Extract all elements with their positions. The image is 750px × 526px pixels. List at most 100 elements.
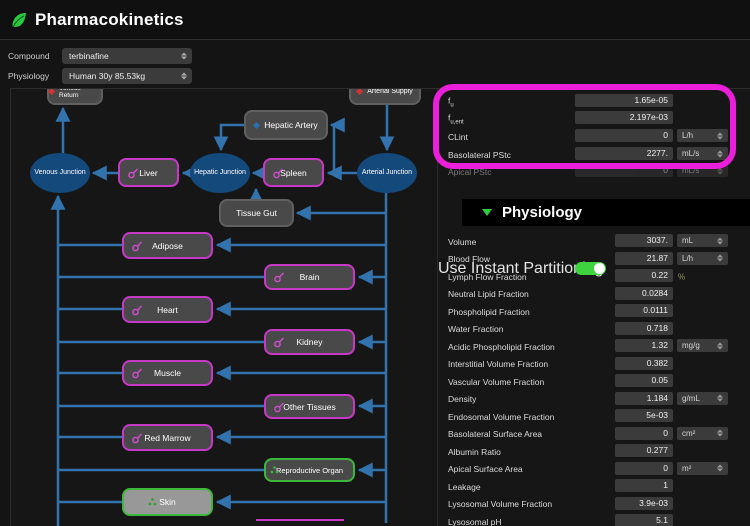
- row-fu: fu 1.65e-05: [438, 93, 750, 110]
- leakage-input[interactable]: 1: [615, 479, 673, 492]
- chevron-updown-icon: [181, 73, 187, 80]
- volume-input[interactable]: 3037.: [615, 234, 673, 247]
- row-acidic-phospholipid: Acidic Phospholipid Fraction 1.32 mg/g: [438, 338, 750, 355]
- fu-ent-input[interactable]: 2.197e-03: [575, 111, 673, 124]
- pharmacokinetics-app: Pharmacokinetics Compound terbinafine Ph…: [0, 0, 750, 526]
- node-venous-return[interactable]: Venous Return: [47, 88, 103, 105]
- node-red-marrow[interactable]: Red Marrow: [122, 424, 213, 451]
- node-brain[interactable]: Brain: [264, 264, 355, 290]
- compound-label: Compound: [8, 51, 50, 61]
- node-liver[interactable]: Liver: [118, 158, 179, 187]
- clint-input[interactable]: 0: [575, 129, 673, 142]
- physiology-label: Physiology: [8, 71, 49, 81]
- acidic-phospholipid-unit-select[interactable]: mg/g: [677, 339, 728, 352]
- row-albumin-ratio: Albumin Ratio 0.277: [438, 443, 750, 460]
- node-hepatic-artery[interactable]: Hepatic Artery: [244, 110, 328, 140]
- chevron-updown-icon: [717, 150, 723, 157]
- pbpk-diagram-panel: Venous Return Arterial Supply Hepatic Ar…: [10, 88, 437, 526]
- water-fraction-input[interactable]: 0.718: [615, 322, 673, 335]
- basolateral-area-unit-select[interactable]: cm²: [677, 427, 728, 440]
- apical-pstc-unit-select[interactable]: mL/s: [677, 164, 728, 177]
- lysosomal-ph-input[interactable]: 5.1: [615, 514, 673, 526]
- molecule-icon: [132, 240, 143, 251]
- fu-input[interactable]: 1.65e-05: [575, 94, 673, 107]
- chevron-updown-icon: [717, 132, 723, 139]
- row-lysosomal-ph: Lysosomal pH 5.1: [438, 513, 750, 526]
- basolateral-pstc-input[interactable]: 2277.: [575, 147, 673, 160]
- row-clint: CLint 0 L/h: [438, 128, 750, 145]
- molecule-icon: [274, 272, 285, 283]
- node-skin[interactable]: Skin: [122, 488, 213, 516]
- compound-value: terbinafine: [69, 51, 109, 61]
- physiology-section-header[interactable]: Physiology: [462, 199, 750, 226]
- blood-flow-input[interactable]: 21.87: [615, 252, 673, 265]
- row-density: Density 1.184 g/mL: [438, 391, 750, 408]
- cutoff-node-edge: [256, 519, 344, 521]
- molecule-icon: [274, 401, 285, 412]
- row-lysosomal-volume: Lysosomal Volume Fraction 3.9e-03: [438, 496, 750, 513]
- density-unit-select[interactable]: g/mL: [677, 392, 728, 405]
- cluster-icon: [270, 466, 279, 475]
- molecule-icon: [128, 167, 139, 178]
- chevron-updown-icon: [181, 53, 187, 60]
- node-venous-junction[interactable]: Venous Junction: [30, 153, 90, 193]
- apical-area-unit-select[interactable]: m²: [677, 462, 728, 475]
- node-arterial-junction[interactable]: Arterial Junction: [357, 153, 417, 193]
- lysosomal-volume-input[interactable]: 3.9e-03: [615, 497, 673, 510]
- basolateral-area-input[interactable]: 0: [615, 427, 673, 440]
- node-arterial-supply[interactable]: Arterial Supply: [349, 88, 421, 105]
- node-adipose[interactable]: Adipose: [122, 232, 213, 259]
- compound-select[interactable]: terbinafine: [62, 48, 192, 64]
- vessel-icon: [253, 121, 260, 128]
- node-other-tissues[interactable]: Other Tissues: [264, 394, 355, 419]
- molecule-icon: [132, 432, 143, 443]
- lymph-flow-input[interactable]: 0.22: [615, 269, 673, 282]
- albumin-ratio-input[interactable]: 0.277: [615, 444, 673, 457]
- vascular-volume-input[interactable]: 0.05: [615, 374, 673, 387]
- row-basolateral-surface-area: Basolateral Surface Area 0 cm²: [438, 426, 750, 443]
- node-reproductive-organ[interactable]: Reproductive Organ: [264, 458, 355, 482]
- chevron-updown-icon: [717, 430, 723, 437]
- row-leakage: Leakage 1: [438, 478, 750, 495]
- chevron-updown-icon: [717, 255, 723, 262]
- physiology-section-title: Physiology: [502, 204, 582, 221]
- neutral-lipid-input[interactable]: 0.0284: [615, 287, 673, 300]
- boundary-icon: [356, 88, 363, 95]
- node-hepatic-junction[interactable]: Hepatic Junction: [190, 153, 250, 193]
- node-kidney[interactable]: Kidney: [264, 329, 355, 355]
- collapse-triangle-icon: [482, 209, 492, 216]
- physiology-row: Physiology Human 30y 85.53kg: [0, 68, 750, 84]
- node-muscle[interactable]: Muscle: [122, 360, 213, 386]
- apical-area-input[interactable]: 0: [615, 462, 673, 475]
- row-interstitial-volume: Interstitial Volume Fraction 0.382: [438, 356, 750, 373]
- row-basolateral-pstc: Basolateral PStc 2277. mL/s: [438, 146, 750, 163]
- node-tissue-gut[interactable]: Tissue Gut: [219, 199, 294, 227]
- row-blood-flow: Blood Flow 21.87 L/h: [438, 251, 750, 268]
- clint-unit-select[interactable]: L/h: [677, 129, 728, 142]
- interstitial-volume-input[interactable]: 0.382: [615, 357, 673, 370]
- percent-unit: %: [678, 272, 685, 281]
- endosomal-volume-input[interactable]: 5e-03: [615, 409, 673, 422]
- phospholipid-input[interactable]: 0.0111: [615, 304, 673, 317]
- physiology-select[interactable]: Human 30y 85.53kg: [62, 68, 192, 84]
- app-header: Pharmacokinetics: [0, 0, 750, 40]
- chevron-updown-icon: [717, 167, 723, 174]
- chevron-updown-icon: [717, 237, 723, 244]
- basolateral-pstc-unit-select[interactable]: mL/s: [677, 147, 728, 160]
- boundary-icon: [48, 88, 55, 95]
- molecule-icon: [132, 368, 143, 379]
- row-fu-ent: fu,ent 2.197e-03: [438, 110, 750, 127]
- acidic-phospholipid-input[interactable]: 1.32: [615, 339, 673, 352]
- row-lymph-flow-fraction: Lymph Flow Fraction 0.22 %: [438, 268, 750, 285]
- row-water-fraction: Water Fraction 0.718: [438, 321, 750, 338]
- node-spleen[interactable]: Spleen: [263, 158, 324, 187]
- row-neutral-lipid-fraction: Neutral Lipid Fraction 0.0284: [438, 286, 750, 303]
- density-input[interactable]: 1.184: [615, 392, 673, 405]
- row-volume: Volume 3037. mL: [438, 233, 750, 250]
- molecule-icon: [273, 167, 284, 178]
- blood-flow-unit-select[interactable]: L/h: [677, 252, 728, 265]
- apical-pstc-input[interactable]: 0: [575, 164, 673, 177]
- row-apical-pstc: Apical PStc 0 mL/s: [438, 163, 750, 180]
- volume-unit-select[interactable]: mL: [677, 234, 728, 247]
- node-heart[interactable]: Heart: [122, 296, 213, 323]
